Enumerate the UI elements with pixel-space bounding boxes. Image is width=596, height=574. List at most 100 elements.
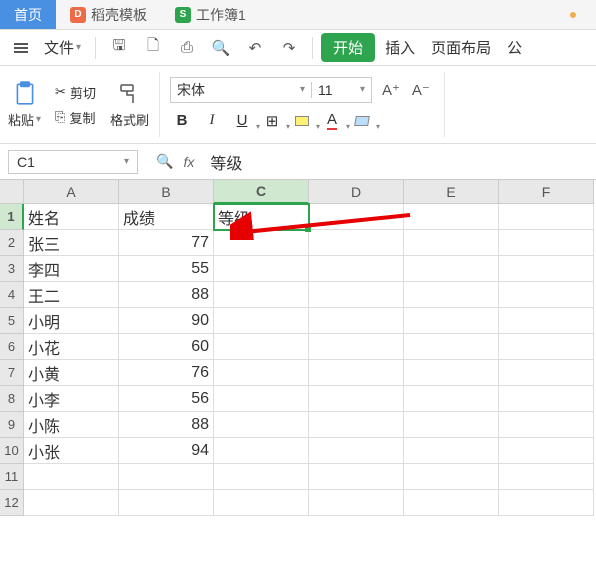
- qa-preview[interactable]: 🔍: [206, 35, 236, 61]
- row-header[interactable]: 7: [0, 360, 24, 386]
- cell[interactable]: [214, 438, 309, 464]
- cell[interactable]: [214, 308, 309, 334]
- font-name-select[interactable]: 宋体▾: [171, 80, 311, 100]
- cell[interactable]: 小花: [24, 334, 119, 360]
- cell[interactable]: 88: [119, 412, 214, 438]
- cell[interactable]: [214, 282, 309, 308]
- cell[interactable]: [24, 490, 119, 516]
- column-header[interactable]: A: [24, 180, 119, 204]
- cell[interactable]: [499, 464, 594, 490]
- cell[interactable]: [309, 438, 404, 464]
- cell[interactable]: [309, 282, 404, 308]
- format-painter-group[interactable]: 格式刷: [110, 72, 149, 137]
- borders-button[interactable]: ⊞▾: [260, 109, 284, 133]
- cell[interactable]: [214, 256, 309, 282]
- cell[interactable]: [499, 412, 594, 438]
- cell[interactable]: [404, 204, 499, 230]
- cell[interactable]: 88: [119, 282, 214, 308]
- cell[interactable]: [404, 490, 499, 516]
- cell[interactable]: 成绩: [119, 204, 214, 230]
- cell[interactable]: [214, 360, 309, 386]
- cell[interactable]: [309, 256, 404, 282]
- cell[interactable]: [214, 412, 309, 438]
- row-header[interactable]: 8: [0, 386, 24, 412]
- decrease-font-button[interactable]: A⁻: [408, 79, 434, 101]
- cell[interactable]: [499, 490, 594, 516]
- tab-docer[interactable]: D 稻壳模板: [56, 0, 161, 29]
- font-size-select[interactable]: 11▾: [311, 82, 371, 98]
- cell[interactable]: [499, 230, 594, 256]
- row-header[interactable]: 9: [0, 412, 24, 438]
- cell[interactable]: [404, 412, 499, 438]
- cell[interactable]: 姓名: [24, 204, 119, 230]
- cell[interactable]: 张三: [24, 230, 119, 256]
- menu-start[interactable]: 开始: [321, 33, 375, 62]
- menu-insert[interactable]: 插入: [379, 33, 421, 62]
- cell[interactable]: [404, 282, 499, 308]
- cut-button[interactable]: ✂剪切: [51, 81, 100, 104]
- cell[interactable]: [499, 386, 594, 412]
- cell[interactable]: [499, 438, 594, 464]
- cell[interactable]: [499, 360, 594, 386]
- tab-home[interactable]: 首页: [0, 0, 56, 29]
- increase-font-button[interactable]: A⁺: [378, 79, 404, 101]
- cell[interactable]: [404, 334, 499, 360]
- copy-button[interactable]: ⎘复制: [51, 106, 99, 129]
- row-header[interactable]: 5: [0, 308, 24, 334]
- cell[interactable]: [214, 386, 309, 412]
- cell[interactable]: 王二: [24, 282, 119, 308]
- cell[interactable]: 李四: [24, 256, 119, 282]
- cell[interactable]: [499, 308, 594, 334]
- formula-input[interactable]: 等级: [204, 150, 596, 174]
- underline-button[interactable]: U▾: [230, 109, 254, 133]
- column-header[interactable]: E: [404, 180, 499, 204]
- column-header[interactable]: F: [499, 180, 594, 204]
- cell[interactable]: 小明: [24, 308, 119, 334]
- cell[interactable]: [214, 490, 309, 516]
- row-header[interactable]: 1: [0, 204, 24, 230]
- cell[interactable]: [309, 490, 404, 516]
- qa-save[interactable]: 🖫: [104, 35, 134, 61]
- qa-undo[interactable]: ↶: [240, 35, 270, 61]
- menu-page-layout[interactable]: 页面布局: [425, 33, 497, 62]
- cell[interactable]: [214, 230, 309, 256]
- cell[interactable]: 55: [119, 256, 214, 282]
- cell[interactable]: [309, 360, 404, 386]
- cell[interactable]: 小李: [24, 386, 119, 412]
- qa-new[interactable]: 🗋: [138, 35, 168, 61]
- qa-redo[interactable]: ↷: [274, 35, 304, 61]
- row-header[interactable]: 10: [0, 438, 24, 464]
- cell[interactable]: [309, 412, 404, 438]
- menu-hamburger[interactable]: [8, 39, 34, 57]
- tab-workbook1[interactable]: S 工作簿1: [161, 0, 260, 29]
- clear-format-button[interactable]: ▾: [350, 109, 374, 133]
- cell[interactable]: 56: [119, 386, 214, 412]
- name-box[interactable]: C1▾: [8, 150, 138, 174]
- cell[interactable]: [404, 464, 499, 490]
- zoom-icon[interactable]: 🔍: [156, 153, 173, 170]
- cell[interactable]: [119, 464, 214, 490]
- cell[interactable]: [309, 308, 404, 334]
- cell[interactable]: [309, 334, 404, 360]
- cell[interactable]: 94: [119, 438, 214, 464]
- paste-group[interactable]: 粘贴▾: [8, 72, 41, 137]
- column-header[interactable]: C: [214, 180, 309, 204]
- select-all-corner[interactable]: [0, 180, 24, 204]
- row-header[interactable]: 11: [0, 464, 24, 490]
- cell[interactable]: [404, 438, 499, 464]
- cell[interactable]: [119, 490, 214, 516]
- cell[interactable]: [214, 334, 309, 360]
- qa-print[interactable]: ⎙: [172, 35, 202, 61]
- cell[interactable]: 小张: [24, 438, 119, 464]
- cell[interactable]: 小陈: [24, 412, 119, 438]
- cell[interactable]: 等级: [214, 204, 309, 230]
- column-header[interactable]: B: [119, 180, 214, 204]
- cell[interactable]: [404, 360, 499, 386]
- cell[interactable]: 小黄: [24, 360, 119, 386]
- cell[interactable]: [499, 282, 594, 308]
- cell[interactable]: [499, 334, 594, 360]
- cell[interactable]: 77: [119, 230, 214, 256]
- row-header[interactable]: 12: [0, 490, 24, 516]
- row-header[interactable]: 4: [0, 282, 24, 308]
- cell[interactable]: [499, 256, 594, 282]
